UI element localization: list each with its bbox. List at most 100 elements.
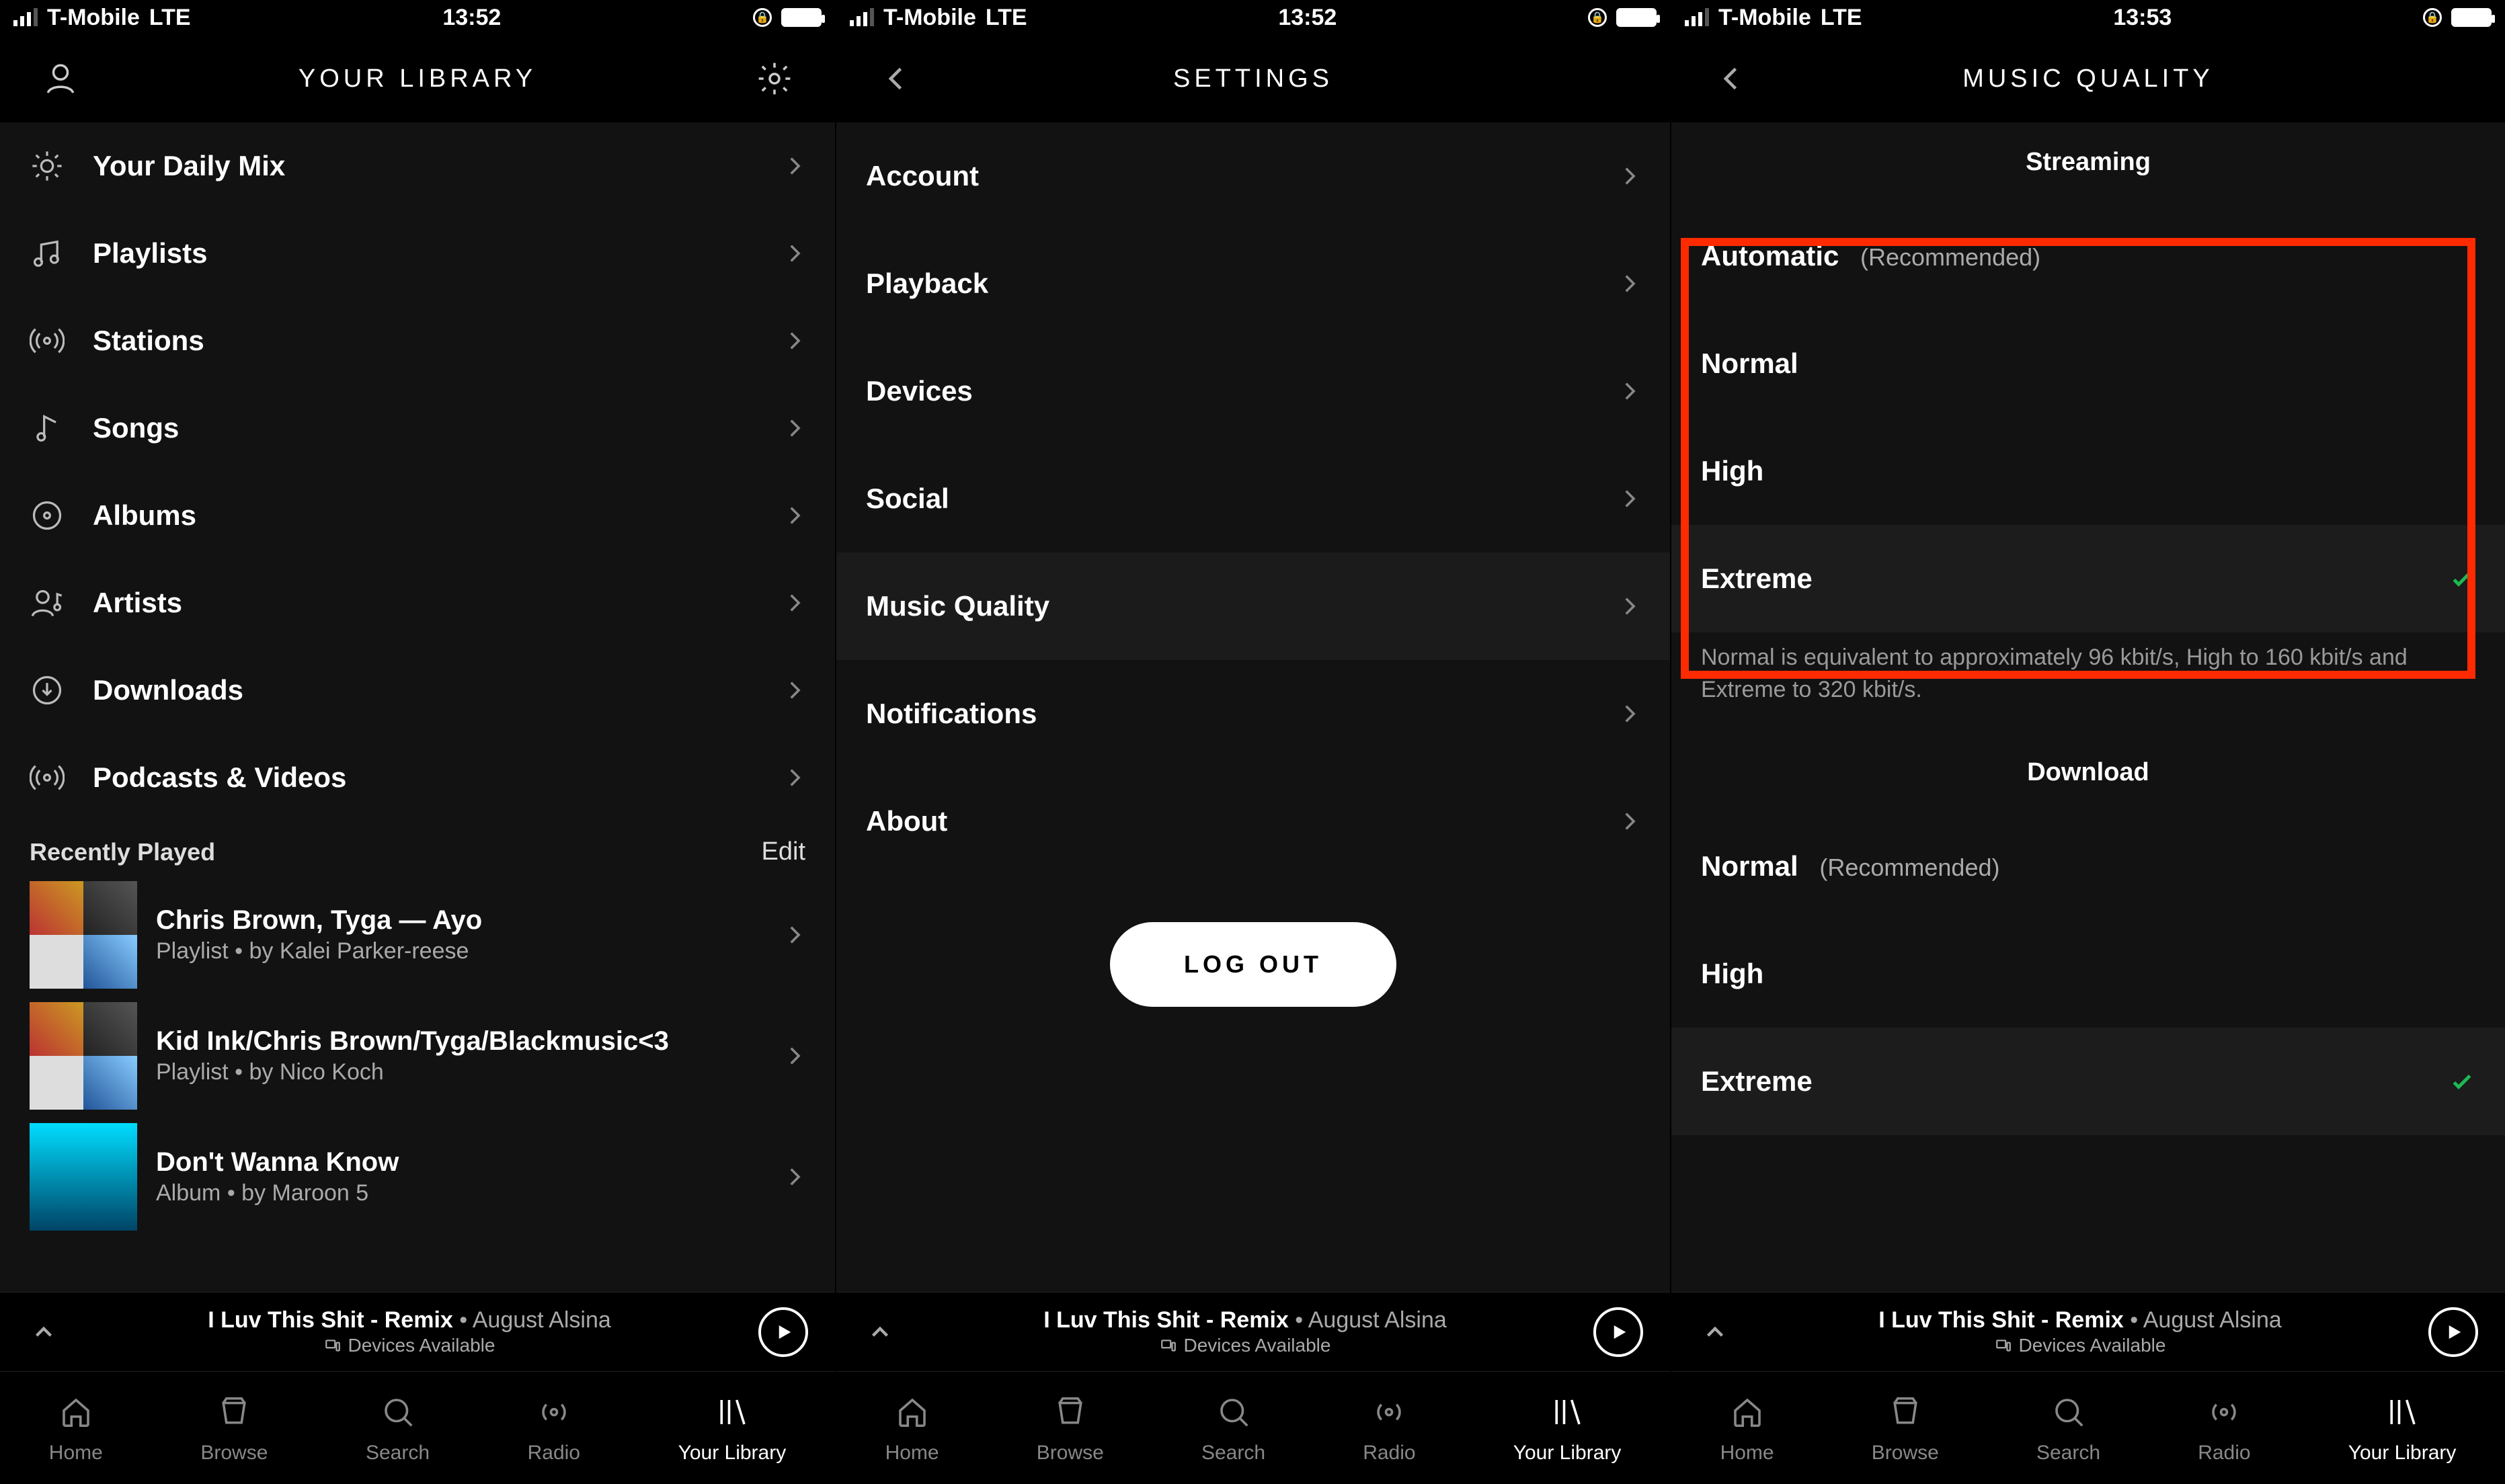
tab-label: Your Library xyxy=(2348,1442,2457,1465)
tab-your-library[interactable]: Your Library xyxy=(2348,1392,2457,1465)
tab-label: Your Library xyxy=(678,1442,787,1465)
streaming-option-automatic[interactable]: Automatic (Recommended) xyxy=(1671,202,2505,310)
page-title: YOUR LIBRARY xyxy=(101,65,734,93)
signal-icon xyxy=(1685,9,1709,26)
status-bar: T-Mobile LTE 13:52 🔒 xyxy=(836,0,1670,35)
back-button[interactable] xyxy=(873,55,920,102)
tab-home[interactable]: Home xyxy=(49,1392,103,1465)
artist-icon xyxy=(30,585,93,620)
chevron-right-icon xyxy=(1618,702,1640,725)
edit-button[interactable]: Edit xyxy=(762,837,805,866)
network-label: LTE xyxy=(986,5,1027,31)
page-title: MUSIC QUALITY xyxy=(1772,65,2404,93)
profile-button[interactable] xyxy=(37,55,84,102)
library-item-label: Artists xyxy=(93,587,783,619)
tab-label: Browse xyxy=(1037,1442,1104,1465)
library-item-downloads[interactable]: Downloads xyxy=(0,647,835,734)
play-button[interactable] xyxy=(1593,1307,1643,1357)
chevron-right-icon xyxy=(783,242,805,265)
tab-browse[interactable]: Browse xyxy=(1872,1392,1939,1465)
quality-option-label: Automatic (Recommended) xyxy=(1701,240,2475,272)
tab-bar: Home Browse Search Radio Your Library xyxy=(0,1371,835,1484)
tab-browse[interactable]: Browse xyxy=(1037,1392,1104,1465)
settings-button[interactable] xyxy=(751,55,798,102)
settings-row-account[interactable]: Account xyxy=(836,122,1670,230)
library-item-albums[interactable]: Albums xyxy=(0,472,835,559)
tab-icon xyxy=(378,1392,418,1432)
tab-icon xyxy=(2204,1392,2244,1432)
settings-row-music-quality[interactable]: Music Quality xyxy=(836,552,1670,660)
settings-row-playback[interactable]: Playback xyxy=(836,230,1670,337)
expand-up-icon[interactable] xyxy=(863,1315,897,1349)
tab-search[interactable]: Search xyxy=(1201,1392,1265,1465)
chevron-right-icon xyxy=(783,329,805,352)
library-item-label: Podcasts & Videos xyxy=(93,761,783,794)
now-playing-bar[interactable]: I Luv This Shit - Remix • August Alsina … xyxy=(1671,1292,2505,1371)
recently-played-row[interactable]: Chris Brown, Tyga — Ayo Playlist • by Ka… xyxy=(0,874,835,995)
download-option-extreme[interactable]: Extreme xyxy=(1671,1028,2505,1135)
now-playing-bar[interactable]: I Luv This Shit - Remix • August Alsina … xyxy=(0,1292,835,1371)
play-button[interactable] xyxy=(2428,1307,2478,1357)
settings-row-social[interactable]: Social xyxy=(836,445,1670,552)
devices-available[interactable]: Devices Available xyxy=(1745,1335,2415,1356)
playlist-art xyxy=(30,881,137,989)
back-button[interactable] xyxy=(1708,55,1755,102)
quality-option-label: Extreme xyxy=(1701,563,2449,595)
status-bar: T-Mobile LTE 13:52 🔒 xyxy=(0,0,835,35)
orientation-lock-icon: 🔒 xyxy=(2423,8,2442,27)
tab-label: Browse xyxy=(1872,1442,1939,1465)
tab-your-library[interactable]: Your Library xyxy=(678,1392,787,1465)
library-item-playlists[interactable]: Playlists xyxy=(0,210,835,297)
expand-up-icon[interactable] xyxy=(27,1315,61,1349)
tab-search[interactable]: Search xyxy=(366,1392,430,1465)
log-out-button[interactable]: LOG OUT xyxy=(1110,922,1396,1007)
battery-icon xyxy=(2451,8,2492,27)
chevron-right-icon xyxy=(783,923,805,946)
chevron-right-icon xyxy=(1618,810,1640,833)
library-item-songs[interactable]: Songs xyxy=(0,384,835,472)
streaming-option-normal[interactable]: Normal xyxy=(1671,310,2505,417)
quality-option-label: Normal xyxy=(1701,347,2475,380)
chevron-right-icon xyxy=(1618,595,1640,618)
devices-available[interactable]: Devices Available xyxy=(910,1335,1580,1356)
expand-up-icon[interactable] xyxy=(1698,1315,1732,1349)
download-option-normal[interactable]: Normal (Recommended) xyxy=(1671,813,2505,920)
settings-row-notifications[interactable]: Notifications xyxy=(836,660,1670,768)
tab-radio[interactable]: Radio xyxy=(1363,1392,1415,1465)
tab-browse[interactable]: Browse xyxy=(200,1392,268,1465)
tab-home[interactable]: Home xyxy=(885,1392,939,1465)
recently-played-row[interactable]: Kid Ink/Chris Brown/Tyga/Blackmusic<3 Pl… xyxy=(0,995,835,1116)
streaming-section-title: Streaming xyxy=(1671,122,2505,202)
tab-your-library[interactable]: Your Library xyxy=(1513,1392,1622,1465)
download-option-high[interactable]: High xyxy=(1671,920,2505,1028)
tab-search[interactable]: Search xyxy=(2036,1392,2100,1465)
tab-radio[interactable]: Radio xyxy=(2198,1392,2250,1465)
chevron-right-icon xyxy=(783,1044,805,1067)
recently-played-row[interactable]: Don't Wanna Know Album • by Maroon 5 xyxy=(0,1116,835,1237)
library-item-stations[interactable]: Stations xyxy=(0,297,835,384)
library-item-podcasts-videos[interactable]: Podcasts & Videos xyxy=(0,734,835,821)
tab-icon xyxy=(712,1392,752,1432)
settings-row-about[interactable]: About xyxy=(836,768,1670,875)
streaming-option-extreme[interactable]: Extreme xyxy=(1671,525,2505,632)
tab-label: Home xyxy=(1720,1442,1774,1465)
nav-header: MUSIC QUALITY xyxy=(1671,35,2505,122)
library-item-artists[interactable]: Artists xyxy=(0,559,835,647)
devices-available[interactable]: Devices Available xyxy=(74,1335,745,1356)
now-playing-bar[interactable]: I Luv This Shit - Remix • August Alsina … xyxy=(836,1292,1670,1371)
chevron-right-icon xyxy=(1618,487,1640,510)
play-button[interactable] xyxy=(758,1307,808,1357)
tab-icon xyxy=(1369,1392,1409,1432)
signal-icon xyxy=(13,9,38,26)
clock-label: 13:53 xyxy=(2113,5,2172,31)
settings-row-devices[interactable]: Devices xyxy=(836,337,1670,445)
tab-home[interactable]: Home xyxy=(1720,1392,1774,1465)
settings-row-label: Devices xyxy=(866,375,1618,407)
chevron-right-icon xyxy=(783,504,805,527)
library-item-your-daily-mix[interactable]: Your Daily Mix xyxy=(0,122,835,210)
tab-radio[interactable]: Radio xyxy=(528,1392,580,1465)
signal-icon xyxy=(850,9,874,26)
sun-icon xyxy=(30,149,93,183)
album-art xyxy=(30,1123,137,1231)
streaming-option-high[interactable]: High xyxy=(1671,417,2505,525)
